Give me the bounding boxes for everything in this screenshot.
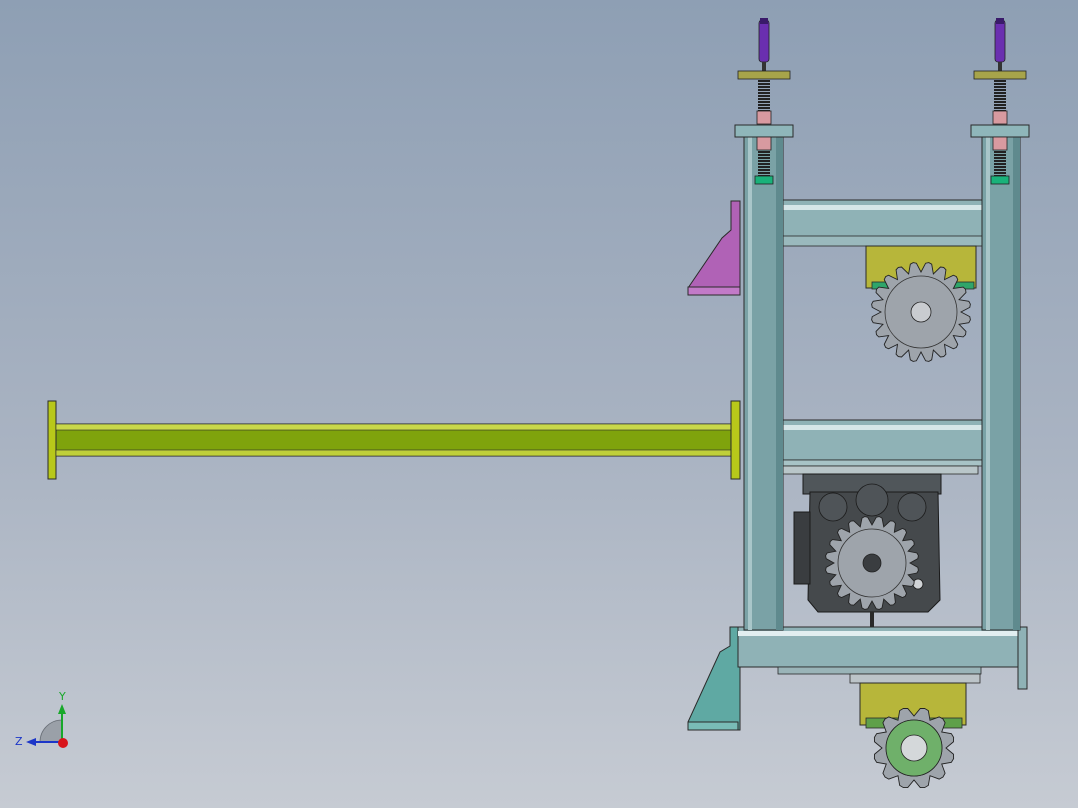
screw-thread bbox=[994, 92, 1006, 94]
bottom-drive[interactable] bbox=[859, 682, 967, 789]
screw-thread bbox=[758, 169, 770, 171]
screw-handle-tip bbox=[996, 18, 1004, 24]
gearbox-boss-mid bbox=[855, 483, 889, 517]
screw-thread bbox=[994, 101, 1006, 103]
screw-neck bbox=[762, 62, 766, 72]
screw-thread bbox=[758, 89, 770, 91]
upper-bracket-base bbox=[687, 286, 741, 296]
right-end-post bbox=[1017, 626, 1028, 690]
screw-thread bbox=[758, 107, 770, 109]
screw-nut-lower bbox=[992, 136, 1008, 151]
screw-thread bbox=[994, 104, 1006, 106]
boom-left-flange bbox=[47, 400, 57, 480]
z-axis-label: Z bbox=[15, 735, 23, 748]
lower-bracket-base bbox=[687, 721, 739, 731]
gearbox-bolt bbox=[912, 578, 924, 590]
upper-bracket-gusset bbox=[687, 200, 741, 296]
screw-top-plate bbox=[973, 70, 1027, 80]
coordinate-triad[interactable]: Y Z bbox=[15, 690, 68, 748]
right-column-edge bbox=[1013, 136, 1020, 630]
top-cross-beam-highlight bbox=[782, 205, 982, 210]
x-axis-dot bbox=[58, 738, 68, 748]
boom-bottom-flange bbox=[55, 449, 732, 457]
upper-drive[interactable] bbox=[865, 245, 977, 362]
screw-thread bbox=[994, 83, 1006, 85]
screw-handle bbox=[758, 19, 770, 63]
upper-bracket[interactable] bbox=[687, 200, 741, 296]
bottom-support-plate bbox=[849, 673, 981, 684]
screw-thread bbox=[758, 154, 770, 156]
lower-bracket-gusset bbox=[687, 626, 741, 731]
screw-green-collar bbox=[754, 175, 774, 185]
screw-nut-upper bbox=[992, 110, 1008, 125]
screw-thread bbox=[994, 154, 1006, 156]
screw-thread bbox=[994, 172, 1006, 174]
screw-thread bbox=[994, 166, 1006, 168]
top-cross-beam-lower-lip bbox=[781, 235, 983, 247]
screw-thread bbox=[758, 95, 770, 97]
screw-handle-tip bbox=[760, 18, 768, 24]
screw-thread bbox=[758, 86, 770, 88]
screw-thread bbox=[994, 107, 1006, 109]
screw-thread bbox=[994, 98, 1006, 100]
screw-green-collar bbox=[990, 175, 1010, 185]
middle-sprocket[interactable] bbox=[825, 516, 919, 610]
screw-thread bbox=[994, 163, 1006, 165]
screw-thread bbox=[758, 157, 770, 159]
right-column-highlight bbox=[986, 136, 990, 630]
screw-top-plate bbox=[737, 70, 791, 80]
screw-thread bbox=[994, 89, 1006, 91]
screw-thread bbox=[758, 83, 770, 85]
z-axis-arrow bbox=[26, 738, 36, 746]
middle-cross-beam-highlight bbox=[782, 425, 982, 430]
left-column-cap bbox=[734, 124, 794, 138]
gearbox-side-cap bbox=[793, 511, 811, 585]
upper-sprocket[interactable] bbox=[871, 262, 971, 362]
screw-thread bbox=[758, 163, 770, 165]
screw-thread bbox=[994, 80, 1006, 82]
screw-nut-lower bbox=[756, 136, 772, 151]
screw-thread bbox=[994, 151, 1006, 153]
right-column-cap bbox=[970, 124, 1030, 138]
screw-thread bbox=[758, 104, 770, 106]
screw-thread bbox=[758, 166, 770, 168]
screw-thread bbox=[994, 157, 1006, 159]
screw-handle bbox=[994, 19, 1006, 63]
left-column-edge bbox=[776, 136, 783, 630]
screw-thread bbox=[758, 101, 770, 103]
bottom-cross-beam-highlight bbox=[738, 631, 1020, 636]
screw-thread bbox=[758, 172, 770, 174]
screw-thread bbox=[758, 80, 770, 82]
boom-top-flange bbox=[55, 423, 732, 431]
middle-cross-beam-lip bbox=[781, 459, 983, 467]
screw-thread bbox=[994, 95, 1006, 97]
screw-nut-upper bbox=[756, 110, 772, 125]
screw-thread bbox=[994, 86, 1006, 88]
triad-rotation-arc bbox=[39, 719, 63, 743]
sprocket-hub bbox=[862, 553, 882, 573]
y-axis-arrow bbox=[58, 704, 66, 714]
screw-thread bbox=[994, 160, 1006, 162]
cad-viewport[interactable]: Y Z bbox=[0, 0, 1078, 808]
screw-neck bbox=[998, 62, 1002, 72]
left-column-highlight bbox=[748, 136, 752, 630]
lower-bracket[interactable] bbox=[687, 626, 741, 731]
screw-thread bbox=[994, 169, 1006, 171]
bottom-sprocket[interactable] bbox=[873, 707, 955, 789]
y-axis-label: Y bbox=[58, 690, 66, 703]
middle-cross-beam-plate bbox=[781, 465, 979, 475]
gearbox-boss-left bbox=[818, 492, 848, 522]
bottom-sprocket-bore bbox=[900, 734, 928, 762]
boom-right-flange bbox=[730, 400, 741, 480]
screw-thread bbox=[758, 160, 770, 162]
screw-thread bbox=[758, 151, 770, 153]
sprocket-hub bbox=[910, 301, 932, 323]
gearbox-boss-right bbox=[897, 492, 927, 522]
screw-thread bbox=[758, 98, 770, 100]
bottom-cross-beam-under bbox=[777, 666, 982, 675]
boom-beam[interactable] bbox=[47, 400, 741, 480]
gearbox-assembly[interactable] bbox=[793, 473, 942, 627]
screw-thread bbox=[758, 92, 770, 94]
